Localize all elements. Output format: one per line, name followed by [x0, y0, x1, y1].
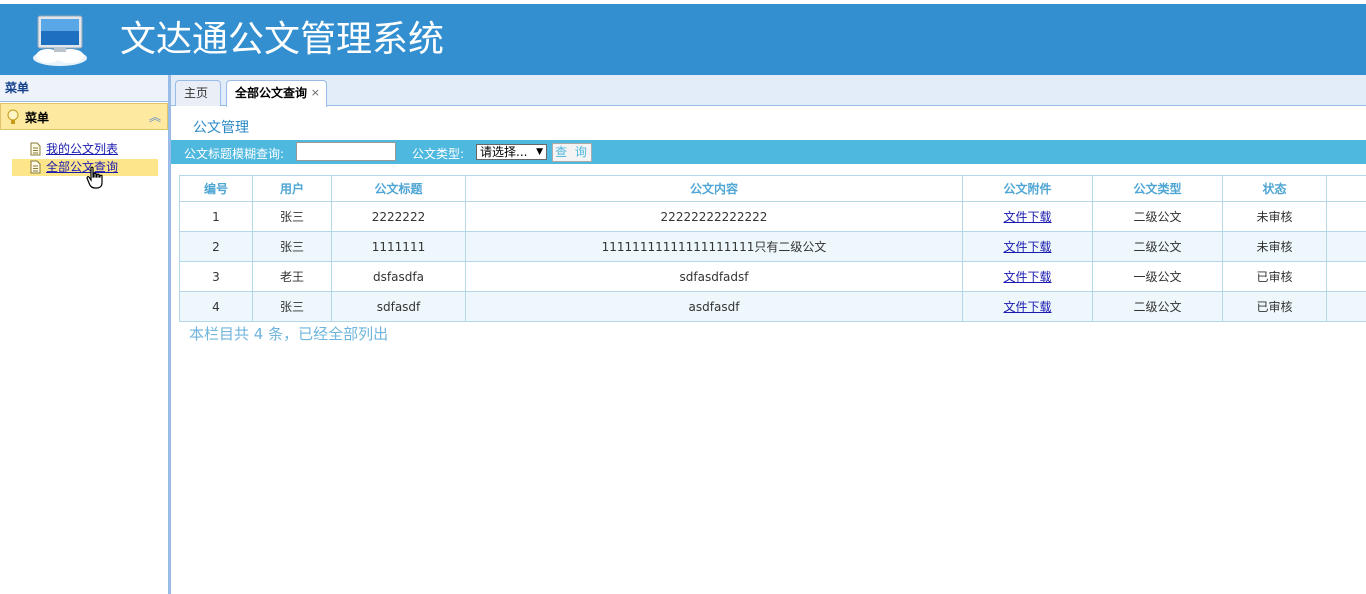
cell-id: 3	[179, 261, 253, 292]
cell-title: sdfasdf	[331, 291, 466, 322]
cell-status: 已审核	[1222, 291, 1327, 322]
cell-type: 二级公文	[1092, 201, 1223, 232]
download-link[interactable]: 文件下载	[1003, 240, 1051, 254]
column-header-type[interactable]: 公文类型	[1092, 175, 1223, 202]
accordion-header-menu[interactable]: 菜单 ︽	[0, 103, 168, 130]
cell-type: 二级公文	[1092, 291, 1223, 322]
column-header-user[interactable]: 用户	[252, 175, 332, 202]
column-header-id[interactable]: 编号	[179, 175, 253, 202]
app-header: 文达通公文管理系统	[0, 4, 1366, 75]
document-type-selected: 请选择...	[480, 145, 528, 159]
menu-link-my-documents[interactable]: 我的公文列表	[46, 141, 118, 157]
download-link[interactable]: 文件下载	[1003, 270, 1051, 284]
main-content: 主页 全部公文查询 × 公文管理 公文标题模糊查询: 公文类型: 请选择... …	[171, 75, 1366, 594]
section-title: 公文管理	[193, 120, 249, 136]
tab-all-documents[interactable]: 全部公文查询 ×	[226, 80, 327, 107]
table-row: 4 张三 sdfasdf asdfasdf 文件下载 二级公文 已审核	[179, 291, 1366, 322]
cell-extra	[1326, 201, 1366, 232]
hand-cursor-icon	[86, 166, 103, 189]
cell-status: 未审核	[1222, 231, 1327, 262]
west-panel-title: 菜单	[0, 75, 168, 102]
cell-type: 一级公文	[1092, 261, 1223, 292]
tab-home-label: 主页	[184, 86, 209, 100]
document-type-select[interactable]: 请选择... ▼	[476, 144, 547, 160]
cell-attachment: 文件下载	[962, 291, 1093, 322]
tab-bar: 主页 全部公文查询 ×	[171, 75, 1366, 107]
record-count-summary: 本栏目共 4 条，已经全部列出	[189, 325, 389, 343]
cell-user: 张三	[252, 201, 332, 232]
title-search-input[interactable]	[296, 142, 396, 161]
download-link[interactable]: 文件下载	[1003, 300, 1051, 314]
cell-type: 二级公文	[1092, 231, 1223, 262]
lightbulb-icon	[7, 109, 19, 124]
cell-user: 老王	[252, 261, 332, 292]
accordion-title: 菜单	[25, 111, 50, 125]
cell-title: 1111111	[331, 231, 466, 262]
cell-content: 11111111111111111111只有二级公文	[465, 231, 963, 262]
menu-link-all-documents[interactable]: 全部公文查询	[46, 159, 118, 175]
cell-id: 2	[179, 231, 253, 262]
query-button[interactable]: 查 询	[552, 143, 592, 162]
dropdown-arrow-icon: ▼	[536, 147, 543, 157]
table-row: 2 张三 1111111 11111111111111111111只有二级公文 …	[179, 231, 1366, 262]
cell-extra	[1326, 231, 1366, 262]
table-row: 3 老王 dsfasdfa sdfasdfadsf 文件下载 一级公文 已审核	[179, 261, 1366, 292]
cell-attachment: 文件下载	[962, 231, 1093, 262]
cell-status: 未审核	[1222, 201, 1327, 232]
west-menu-panel: 菜单 菜单 ︽ 我的公文列表 全部公文查询	[0, 75, 171, 594]
app-title: 文达通公文管理系统	[120, 19, 445, 60]
title-search-label: 公文标题模糊查询:	[184, 147, 285, 161]
document-icon	[30, 142, 41, 156]
column-header-content[interactable]: 公文内容	[465, 175, 963, 202]
menu-item-my-documents[interactable]: 我的公文列表	[12, 141, 158, 158]
download-link[interactable]: 文件下载	[1003, 210, 1051, 224]
cell-content: asdfasdf	[465, 291, 963, 322]
cell-status: 已审核	[1222, 261, 1327, 292]
cell-extra	[1326, 261, 1366, 292]
chevron-up-icon[interactable]: ︽	[149, 108, 161, 125]
cell-title: 2222222	[331, 201, 466, 232]
cell-title: dsfasdfa	[331, 261, 466, 292]
search-bar: 公文标题模糊查询: 公文类型: 请选择... ▼ 查 询	[171, 140, 1366, 164]
cell-id: 1	[179, 201, 253, 232]
cell-id: 4	[179, 291, 253, 322]
close-icon[interactable]: ×	[311, 81, 320, 105]
table-row: 1 张三 2222222 22222222222222 文件下载 二级公文 未审…	[179, 201, 1366, 232]
menu-item-all-documents[interactable]: 全部公文查询	[12, 159, 158, 176]
table-header-row: 编号 用户 公文标题 公文内容 公文附件 公文类型 状态	[179, 175, 1366, 202]
cell-content: 22222222222222	[465, 201, 963, 232]
type-label: 公文类型:	[412, 147, 465, 161]
column-header-extra	[1326, 175, 1366, 202]
cell-attachment: 文件下载	[962, 201, 1093, 232]
cell-user: 张三	[252, 231, 332, 262]
column-header-attachment[interactable]: 公文附件	[962, 175, 1093, 202]
tab-all-documents-label: 全部公文查询	[235, 86, 308, 100]
documents-table: 编号 用户 公文标题 公文内容 公文附件 公文类型 状态 1 张三 222222…	[179, 175, 1366, 322]
column-header-title[interactable]: 公文标题	[331, 175, 466, 202]
cell-attachment: 文件下载	[962, 261, 1093, 292]
cell-user: 张三	[252, 291, 332, 322]
column-header-status[interactable]: 状态	[1222, 175, 1327, 202]
tab-home[interactable]: 主页	[175, 80, 221, 106]
cell-content: sdfasdfadsf	[465, 261, 963, 292]
cell-extra	[1326, 291, 1366, 322]
document-icon	[30, 160, 41, 174]
computer-logo-icon	[33, 15, 87, 66]
